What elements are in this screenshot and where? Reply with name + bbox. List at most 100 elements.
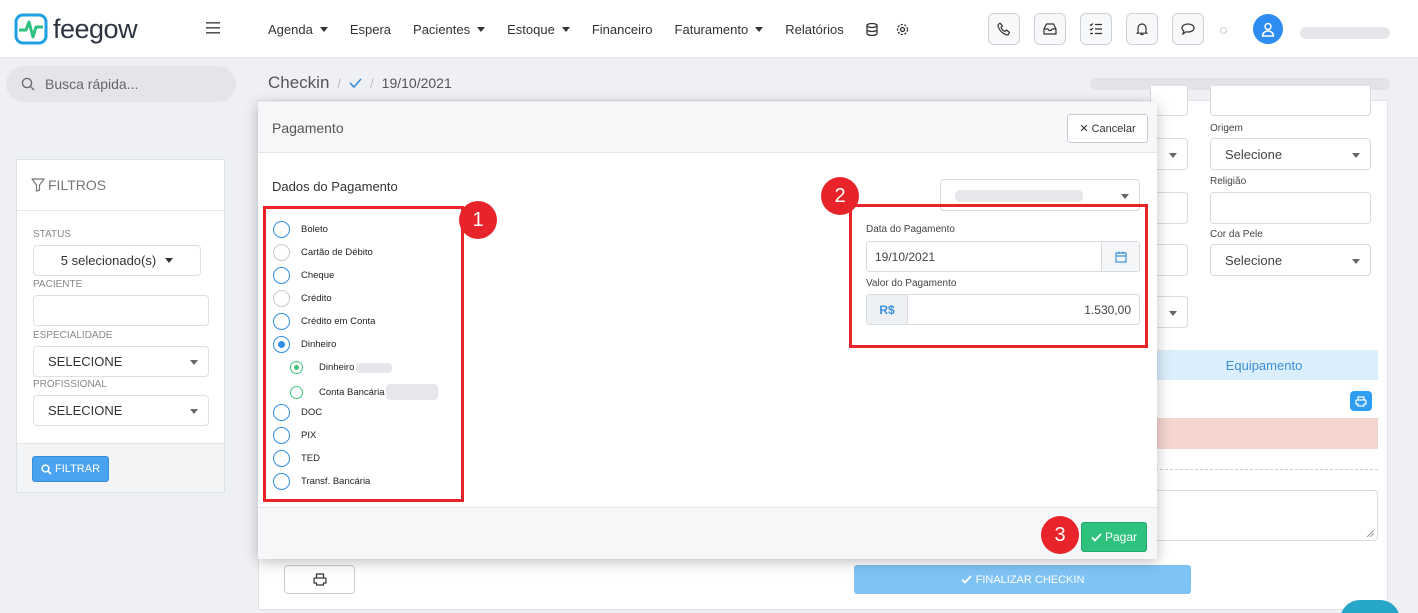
payment-date-input[interactable]: 19/10/2021	[866, 241, 1140, 272]
search-icon	[21, 77, 35, 91]
option-label: TED	[301, 453, 320, 464]
origem-select[interactable]: Selecione	[1210, 138, 1371, 170]
cancel-label: Cancelar	[1091, 122, 1136, 135]
printer-icon	[1355, 395, 1367, 407]
cancel-button[interactable]: ✕ Cancelar	[1067, 114, 1148, 143]
notes-textarea[interactable]	[1150, 490, 1378, 541]
quick-tools	[988, 13, 1218, 45]
calendar-icon	[1114, 251, 1127, 263]
background-input[interactable]	[1210, 86, 1371, 116]
settings-icon[interactable]	[896, 23, 909, 36]
pay-button[interactable]: Pagar	[1081, 522, 1147, 552]
menu-icon[interactable]	[206, 22, 220, 34]
professional-label: PROFISSIONAL	[33, 379, 107, 390]
cor-pele-select[interactable]: Selecione	[1210, 244, 1371, 276]
sub-option-conta-bancaria[interactable]: Conta Bancária	[290, 384, 439, 400]
payment-option-ted[interactable]: TED	[273, 450, 320, 467]
radio-button-selected[interactable]	[273, 336, 290, 353]
option-label: PIX	[301, 430, 317, 441]
nav-espera[interactable]: Espera	[350, 22, 391, 37]
nav-label: Pacientes	[413, 21, 471, 37]
avatar[interactable]	[1253, 14, 1283, 44]
nav-faturamento[interactable]: Faturamento	[675, 22, 764, 37]
heartbeat-logo-icon	[14, 13, 48, 45]
payment-option-credito[interactable]: Crédito	[273, 290, 332, 307]
professional-select[interactable]: SELECIONE	[33, 395, 209, 426]
print-button[interactable]	[1350, 391, 1372, 411]
filters-footer: FILTRAR	[17, 443, 224, 492]
divider	[1150, 469, 1378, 470]
status-dot	[1220, 27, 1227, 34]
blurred-text	[955, 190, 1083, 202]
notifications-button[interactable]	[1126, 13, 1158, 45]
radio-button[interactable]	[273, 267, 290, 284]
caret-down-icon	[1352, 259, 1360, 264]
radio-button[interactable]	[273, 404, 290, 421]
user-name-blurred	[1300, 27, 1390, 39]
payment-option-doc[interactable]: DOC	[273, 404, 322, 421]
caret-down-icon	[190, 360, 198, 365]
origem-value: Selecione	[1225, 146, 1283, 162]
payment-option-cheque[interactable]: Cheque	[273, 267, 334, 284]
resize-handle-icon	[1367, 530, 1374, 537]
status-value: 5 selecionado(s)	[60, 253, 157, 268]
status-select[interactable]: 5 selecionado(s)	[33, 245, 201, 276]
radio-button[interactable]	[290, 385, 303, 399]
feegow-logo[interactable]: feegow	[14, 13, 138, 45]
radio-button[interactable]	[273, 290, 290, 307]
option-label: Conta Bancária	[319, 386, 385, 398]
filter-icon	[31, 178, 45, 192]
patient-label: PACIENTE	[33, 279, 83, 290]
equipamento-tab[interactable]: Equipamento	[1150, 350, 1378, 380]
nav-financeiro[interactable]: Financeiro	[592, 22, 653, 37]
database-icon[interactable]	[866, 22, 878, 36]
radio-button[interactable]	[273, 313, 290, 330]
professional-value: SELECIONE	[48, 403, 123, 418]
annotation-badge-3: 3	[1041, 516, 1079, 554]
annotation-badge-2: 2	[821, 177, 859, 215]
option-label: Boleto	[301, 224, 328, 235]
search-placeholder: Busca rápida...	[45, 76, 139, 92]
nav-label: Estoque	[507, 21, 555, 37]
chat-fab[interactable]	[1340, 600, 1400, 613]
specialty-select[interactable]: SELECIONE	[33, 346, 209, 377]
filter-button[interactable]: FILTRAR	[32, 456, 110, 482]
chat-button[interactable]	[1172, 13, 1204, 45]
radio-button[interactable]	[273, 450, 290, 467]
payment-option-boleto[interactable]: Boleto	[273, 221, 328, 238]
radio-button[interactable]	[273, 244, 290, 261]
check-icon	[349, 78, 362, 88]
calendar-button[interactable]	[1101, 242, 1139, 271]
payment-option-cartao-debito[interactable]: Cartão de Débito	[273, 244, 373, 261]
nav-relatorios[interactable]: Relatórios	[785, 22, 844, 37]
finalizar-checkin-button[interactable]: FINALIZAR CHECKIN	[854, 565, 1191, 594]
nav-pacientes[interactable]: Pacientes	[413, 21, 486, 37]
quick-search-input[interactable]: Busca rápida...	[6, 66, 236, 102]
caret-down-icon	[755, 26, 764, 32]
checklist-icon	[1089, 23, 1102, 35]
pay-label: Pagar	[1104, 530, 1138, 544]
print-button[interactable]	[284, 565, 355, 594]
inbox-button[interactable]	[1034, 13, 1066, 45]
caret-down-icon	[319, 26, 328, 32]
payment-amount-input[interactable]: R$ 1.530,00	[866, 294, 1140, 325]
payment-date-value: 19/10/2021	[875, 249, 936, 264]
payment-option-transf-bancaria[interactable]: Transf. Bancária	[273, 473, 370, 490]
checklist-button[interactable]	[1080, 13, 1112, 45]
radio-button-selected[interactable]	[290, 361, 303, 374]
radio-button[interactable]	[273, 427, 290, 444]
payment-option-dinheiro[interactable]: Dinheiro	[273, 336, 336, 353]
patient-input[interactable]	[33, 295, 209, 326]
caret-down-icon	[1169, 311, 1177, 316]
caret-down-icon	[1121, 194, 1129, 199]
payment-option-pix[interactable]: PIX	[273, 427, 316, 444]
sub-option-dinheiro[interactable]: Dinheiro	[290, 361, 393, 374]
payment-option-credito-conta[interactable]: Crédito em Conta	[273, 313, 375, 330]
phone-button[interactable]	[988, 13, 1020, 45]
nav-agenda[interactable]: Agenda	[268, 22, 328, 37]
radio-button[interactable]	[273, 221, 290, 238]
nav-estoque[interactable]: Estoque	[507, 22, 570, 37]
radio-button[interactable]	[273, 473, 290, 490]
filter-button-label: FILTRAR	[55, 463, 101, 475]
religiao-input[interactable]	[1210, 192, 1371, 224]
